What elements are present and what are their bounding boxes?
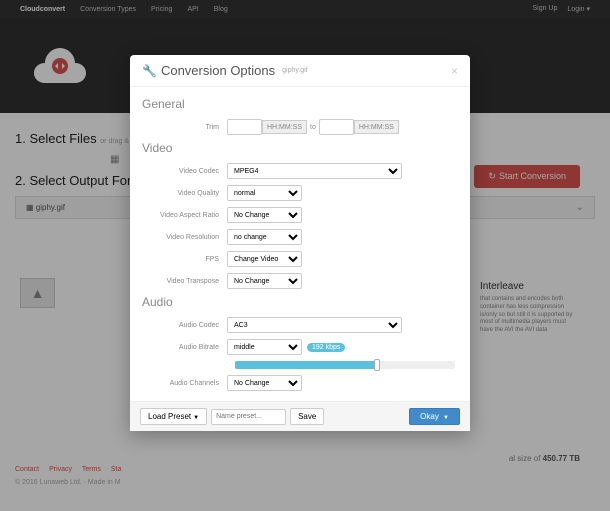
- bitrate-badge: 192 kbps: [307, 343, 345, 352]
- video-aspect-select[interactable]: No Change: [227, 207, 302, 223]
- video-resolution-label: Video Resolution: [142, 234, 227, 241]
- trim-label: Trim: [142, 124, 227, 131]
- section-video: Video: [142, 141, 458, 155]
- audio-codec-label: Audio Codec: [142, 322, 227, 329]
- fps-label: FPS: [142, 256, 227, 263]
- audio-bitrate-select[interactable]: middle: [227, 339, 302, 355]
- section-general: General: [142, 97, 458, 111]
- time-format-hint: HH:MM:SS: [354, 120, 399, 134]
- trim-end-input[interactable]: [319, 119, 354, 135]
- audio-bitrate-label: Audio Bitrate: [142, 344, 227, 351]
- trim-start-input[interactable]: [227, 119, 262, 135]
- save-preset-button[interactable]: Save: [290, 408, 324, 425]
- video-resolution-select[interactable]: no change: [227, 229, 302, 245]
- audio-channels-select[interactable]: No Change: [227, 375, 302, 391]
- bitrate-slider[interactable]: [235, 361, 455, 369]
- modal-title: 🔧 Conversion Options giphy.gif: [142, 63, 308, 78]
- video-quality-select[interactable]: normal: [227, 185, 302, 201]
- video-codec-select[interactable]: MPEG4: [227, 163, 402, 179]
- time-format-hint: HH:MM:SS: [262, 120, 307, 134]
- video-aspect-label: Video Aspect Ratio: [142, 212, 227, 219]
- section-audio: Audio: [142, 295, 458, 309]
- close-icon[interactable]: ×: [451, 64, 458, 78]
- conversion-options-modal: 🔧 Conversion Options giphy.gif × General…: [130, 55, 470, 431]
- slider-thumb[interactable]: [374, 359, 380, 371]
- wrench-icon: 🔧: [142, 64, 157, 78]
- fps-select[interactable]: Change Video: [227, 251, 302, 267]
- video-transpose-label: Video Transpose: [142, 278, 227, 285]
- preset-name-input[interactable]: [211, 409, 286, 425]
- video-codec-label: Video Codec: [142, 168, 227, 175]
- video-quality-label: Video Quality: [142, 190, 227, 197]
- audio-codec-select[interactable]: AC3: [227, 317, 402, 333]
- video-transpose-select[interactable]: No Change: [227, 273, 302, 289]
- okay-button[interactable]: Okay ▼: [409, 408, 460, 425]
- audio-channels-label: Audio Channels: [142, 380, 227, 387]
- load-preset-button[interactable]: Load Preset▼: [140, 408, 207, 425]
